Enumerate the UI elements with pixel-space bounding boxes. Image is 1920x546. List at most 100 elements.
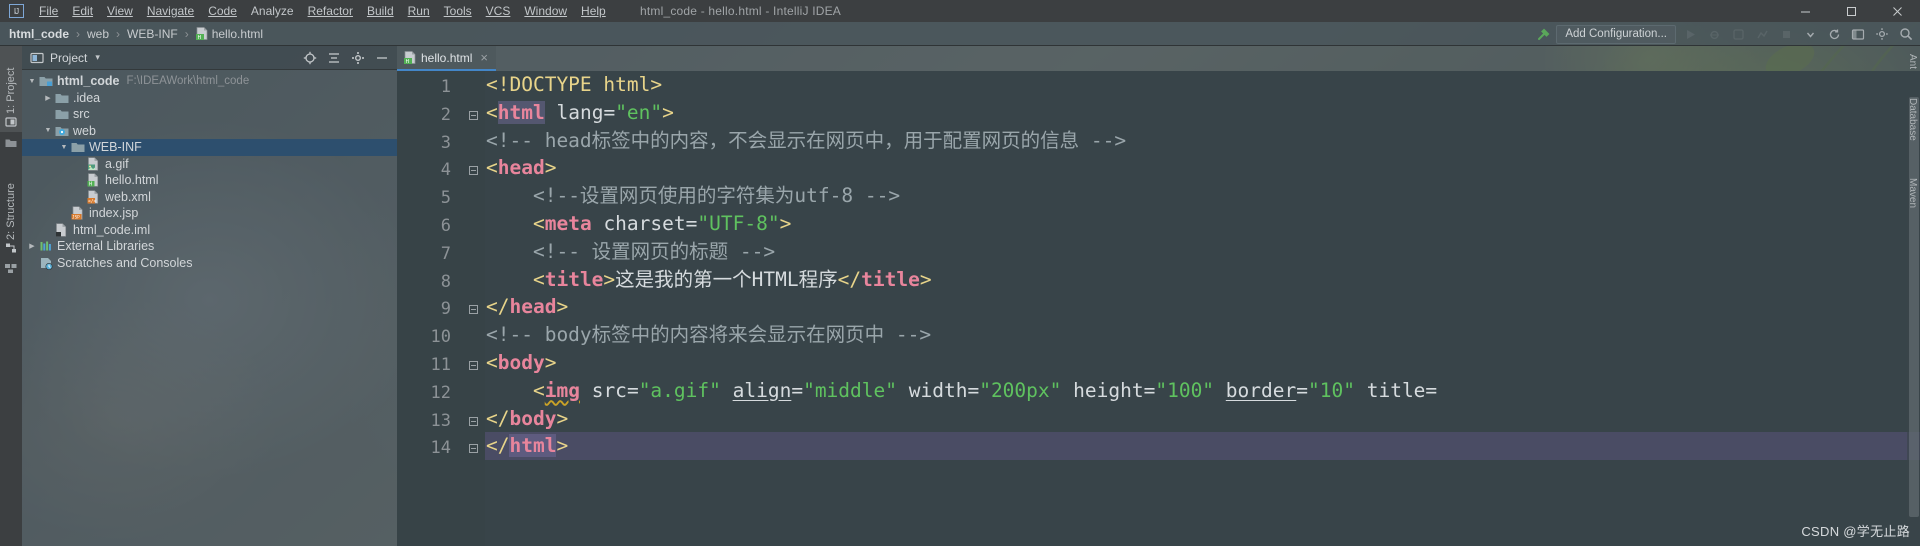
tree-item-scratches-and-consoles[interactable]: Scratches and Consoles [22, 255, 397, 272]
chevron-down-icon[interactable]: ▼ [26, 78, 38, 85]
menu-item-tools[interactable]: Tools [437, 1, 479, 21]
tree-item-web-xml[interactable]: </> web.xml [22, 189, 397, 206]
chevron-down-icon[interactable]: ▼ [58, 144, 70, 151]
menu-item-navigate[interactable]: Navigate [140, 1, 201, 21]
gear-icon[interactable] [350, 50, 365, 65]
menu-item-refactor[interactable]: Refactor [301, 1, 360, 21]
stop-icon[interactable] [1776, 24, 1796, 44]
code-content[interactable]: <!DOCTYPE html> <html lang="en"> <!-- head… [485, 71, 1920, 546]
tool-tab-ant[interactable]: Ant [1907, 54, 1918, 69]
editor-tab-hello-html[interactable]: H hello.html × [397, 46, 496, 71]
add-configuration-button[interactable]: Add Configuration... [1556, 24, 1676, 44]
sync-icon[interactable] [1824, 24, 1844, 44]
code-line[interactable]: <img src="a.gif" align="middle" width="2… [485, 377, 1920, 405]
menu-item-file[interactable]: File [32, 1, 65, 21]
menu-refactor-label: Refactor [307, 4, 353, 18]
code-token-attr: height [1073, 378, 1144, 402]
code-line[interactable]: </body> [485, 405, 1920, 433]
fold-marker[interactable] [469, 166, 478, 176]
intellij-idea-logo-icon[interactable]: IJ [6, 3, 26, 19]
tree-item-label: html_code [57, 74, 120, 89]
line-number: 3 [440, 132, 451, 153]
hammer-icon[interactable] [1534, 25, 1552, 43]
menu-item-window[interactable]: Window [517, 1, 574, 21]
tree-item-index-jsp[interactable]: JSP index.jsp [22, 205, 397, 222]
run-icon[interactable] [1680, 24, 1700, 44]
tree-item-web-inf[interactable]: ▼ WEB-INF [22, 139, 397, 156]
code-line[interactable]: </head> [485, 293, 1920, 321]
code-line[interactable]: <meta charset="UTF-8"> [485, 210, 1920, 238]
menu-item-run[interactable]: Run [401, 1, 437, 21]
fold-marker[interactable] [469, 444, 478, 454]
maximize-button[interactable] [1828, 0, 1874, 22]
code-token-brk: </ [486, 406, 510, 430]
menu-item-help[interactable]: Help [574, 1, 613, 21]
code-token-attr: src [591, 378, 627, 402]
tree-item-hello-html[interactable]: Hhello.html [22, 172, 397, 189]
tree-item-html-code[interactable]: ▼ html_code F:\IDEAWork\html_code [22, 73, 397, 90]
menu-item-view[interactable]: View [100, 1, 140, 21]
iml-file-icon [54, 222, 69, 237]
gear-icon[interactable] [1872, 24, 1892, 44]
breadcrumb-item-file[interactable]: H hello.html [195, 27, 264, 41]
editor-gutter[interactable]: 1 2 3 4 5 6 7 8 9 10 11 12 13 14 [397, 71, 485, 546]
breadcrumb-item-webinf[interactable]: WEB-INF [126, 27, 179, 41]
debug-icon[interactable] [1704, 24, 1724, 44]
code-token-brk: < [486, 100, 498, 124]
tool-tab-maven[interactable]: Maven [1907, 178, 1918, 208]
code-line[interactable]: </html> [485, 432, 1920, 461]
tree-item-html-code-iml[interactable]: html_code.iml [22, 222, 397, 239]
tree-item-web[interactable]: ▼ web [22, 123, 397, 140]
code-line[interactable]: <title>这是我的第一个HTML程序</title> [485, 266, 1920, 294]
code-line[interactable]: <!-- 设置网页的标题 --> [485, 238, 1920, 266]
code-line[interactable]: <!-- body标签中的内容将来会显示在网页中 --> [485, 321, 1920, 349]
fold-marker[interactable] [469, 416, 478, 426]
tool-tab-project[interactable]: 1: Project [0, 46, 22, 132]
chevron-down-icon[interactable]: ▾ [95, 52, 100, 63]
module-icon[interactable] [4, 261, 18, 275]
chevron-down-icon[interactable]: ▼ [42, 127, 54, 134]
menu-item-code[interactable]: Code [201, 1, 244, 21]
code-line[interactable]: <!--设置网页使用的字符集为utf-8 --> [485, 182, 1920, 210]
close-button[interactable] [1874, 0, 1920, 22]
menu-item-edit[interactable]: Edit [65, 1, 100, 21]
favorites-icon[interactable] [4, 136, 18, 150]
fold-marker[interactable] [469, 361, 478, 370]
coverage-icon[interactable] [1728, 24, 1748, 44]
code-token-tagname-wavy: img [544, 378, 580, 402]
breadcrumb-item-web[interactable]: web [86, 27, 110, 41]
hide-panel-icon[interactable] [374, 50, 389, 65]
code-line[interactable]: <body> [485, 349, 1920, 377]
tree-item-a-gif[interactable]: a.gif [22, 156, 397, 173]
code-line[interactable]: <!DOCTYPE html> [485, 71, 1920, 99]
chevron-down-icon[interactable] [1800, 24, 1820, 44]
minimize-button[interactable] [1782, 0, 1828, 22]
tree-item-src[interactable]: src [22, 106, 397, 123]
layout-icon[interactable] [1848, 24, 1868, 44]
tree-item-external-libraries[interactable]: ▶ External Libraries [22, 238, 397, 255]
code-line[interactable]: <head> [485, 154, 1920, 182]
tool-tab-database[interactable]: Database [1907, 98, 1918, 141]
fold-marker[interactable] [469, 110, 478, 120]
code-token-str: "middle" [803, 378, 897, 402]
chevron-right-icon[interactable]: ▶ [26, 242, 38, 250]
tree-item-idea[interactable]: ▶ .idea [22, 90, 397, 107]
breadcrumb-separator-1: › [76, 26, 81, 41]
menu-item-build[interactable]: Build [360, 1, 401, 21]
search-icon[interactable] [1896, 24, 1916, 44]
code-line[interactable]: <!-- head标签中的内容，不会显示在网页中，用于配置网页的信息 --> [485, 127, 1920, 155]
profile-icon[interactable] [1752, 24, 1772, 44]
code-line[interactable]: <html lang="en"> [485, 99, 1920, 127]
menu-item-vcs[interactable]: VCS [479, 1, 518, 21]
tool-tab-structure[interactable]: 2: Structure [0, 158, 22, 258]
editor-tab-strip: H hello.html × [397, 46, 1920, 71]
collapse-all-icon[interactable] [326, 50, 341, 65]
chevron-right-icon[interactable]: ▶ [42, 94, 54, 102]
close-icon[interactable]: × [480, 51, 488, 64]
fold-marker[interactable] [469, 305, 478, 315]
breadcrumb-item-project[interactable]: html_code [8, 27, 70, 41]
target-icon[interactable] [302, 50, 317, 65]
code-editor[interactable]: 1 2 3 4 5 6 7 8 9 10 11 12 13 14 <!DOCTYPE html> <html… [397, 71, 1920, 546]
code-token-tagname: head [509, 295, 557, 319]
menu-item-analyze[interactable]: Analyze [244, 1, 301, 21]
